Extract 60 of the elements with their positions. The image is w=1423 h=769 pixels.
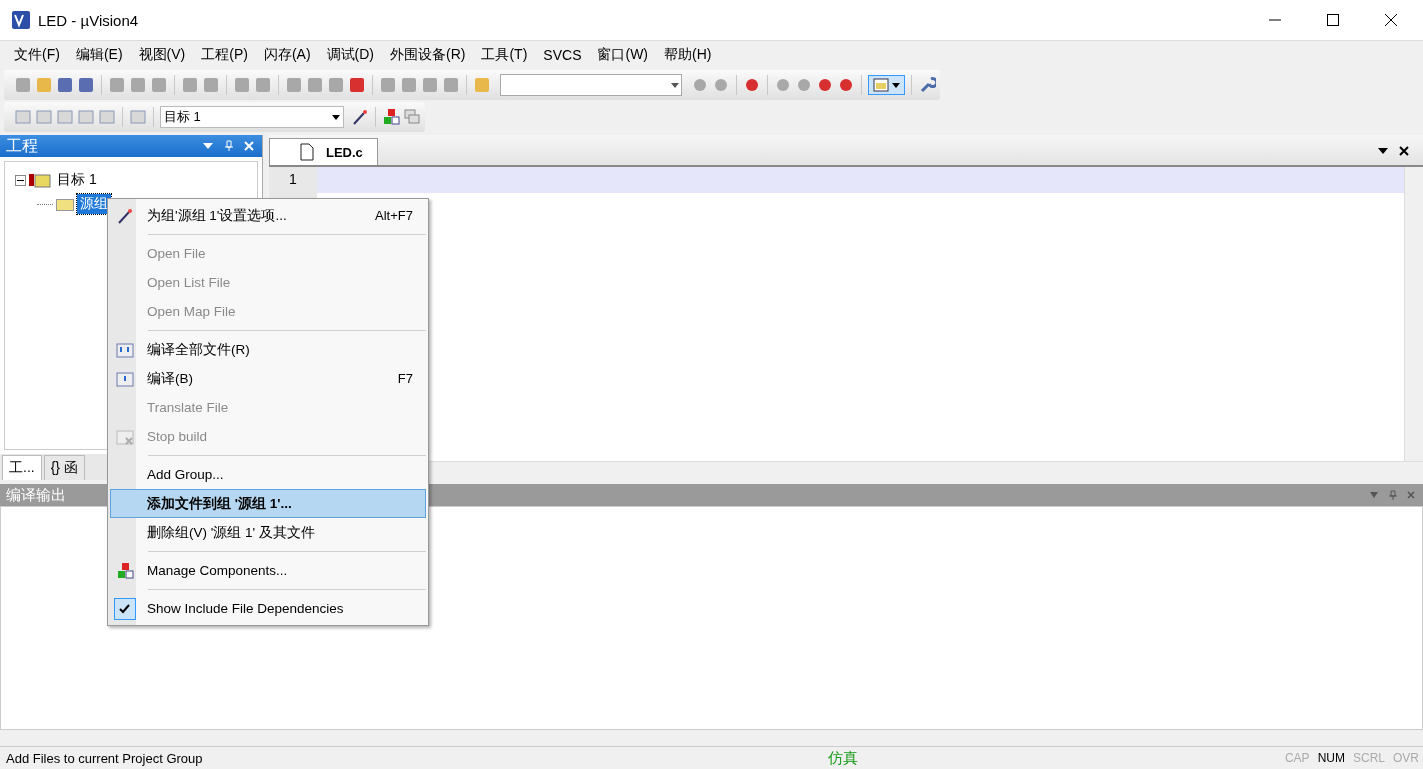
- menu-item[interactable]: 为组'源组 1'设置选项... Alt+F7: [110, 201, 426, 230]
- menu-item[interactable]: 工具(T): [473, 46, 536, 64]
- menu-item[interactable]: 工程(P): [193, 46, 256, 64]
- target-folder-icon: [29, 172, 51, 188]
- maximize-icon[interactable]: [1327, 14, 1339, 26]
- components-icon: [116, 561, 134, 580]
- key-indicator: OVR: [1392, 751, 1420, 765]
- menu-item[interactable]: 调试(D): [318, 46, 382, 64]
- menu-item[interactable]: 文件(F): [6, 46, 68, 64]
- target-select[interactable]: 目标 1: [160, 106, 344, 128]
- menu-item[interactable]: Add Group...: [110, 460, 426, 489]
- magic-wand-icon[interactable]: [351, 108, 369, 126]
- menu-item[interactable]: 添加文件到组 '源组 1'...: [110, 489, 426, 518]
- panel-title: 工程: [6, 135, 38, 156]
- menu-item[interactable]: 外围设备(R): [382, 46, 474, 64]
- pin-icon[interactable]: [1389, 490, 1397, 500]
- menu-item[interactable]: 编辑(E): [67, 46, 131, 64]
- menu-item[interactable]: 闪存(A): [255, 46, 319, 64]
- window-icon: [873, 78, 889, 92]
- menu-item[interactable]: Show Include File Dependencies: [110, 594, 426, 623]
- app-logo-icon: [12, 11, 30, 29]
- status-text: Add Files to current Project Group: [5, 750, 204, 766]
- caret-icon: [892, 82, 900, 88]
- magic-wand-icon: [116, 206, 134, 225]
- menu-item[interactable]: 视图(V): [130, 46, 194, 64]
- menu-item[interactable]: 删除组(V) '源组 1' 及其文件: [110, 518, 426, 547]
- file-icon: [300, 143, 314, 161]
- close-icon[interactable]: [1385, 14, 1397, 26]
- caret-icon: [332, 114, 340, 120]
- components-icon[interactable]: [382, 108, 400, 126]
- window-layout-button[interactable]: [868, 75, 905, 95]
- menu-item[interactable]: 编译全部文件(R): [110, 335, 426, 364]
- caret-icon[interactable]: [671, 82, 679, 88]
- status-mode: 仿真: [827, 748, 858, 768]
- tree-item[interactable]: 源组: [77, 194, 111, 214]
- file-tab[interactable]: LED.c: [269, 138, 378, 165]
- vertical-scrollbar[interactable]: [1404, 167, 1423, 461]
- circle-icon[interactable]: [795, 76, 813, 94]
- menu-item[interactable]: 编译(B) F7: [110, 364, 426, 393]
- menu-item[interactable]: SVCS: [535, 47, 590, 63]
- tree-item[interactable]: 目标 1: [54, 170, 100, 190]
- stacked-windows-icon[interactable]: [403, 108, 421, 126]
- window-title: LED - µVision4: [38, 11, 139, 29]
- close-icon[interactable]: [1399, 146, 1409, 156]
- menu-item[interactable]: Manage Components...: [110, 556, 426, 585]
- wrench-icon[interactable]: [918, 76, 936, 94]
- line-number: 1: [289, 171, 297, 189]
- folder-icon: [56, 197, 74, 211]
- dot-icon[interactable]: [774, 76, 792, 94]
- horizontal-scrollbar[interactable]: [0, 730, 1423, 746]
- menu-item[interactable]: 窗口(W): [589, 46, 656, 64]
- dropdown-icon[interactable]: [1377, 146, 1389, 156]
- panel-title: 编译输出: [6, 485, 66, 505]
- menu-item[interactable]: 帮助(H): [656, 46, 720, 64]
- panel-tab[interactable]: {} 函: [43, 455, 85, 480]
- tree-toggle-icon[interactable]: [15, 174, 26, 186]
- key-indicator: CAP: [1283, 751, 1311, 765]
- key-indicator: SCRL: [1351, 751, 1386, 765]
- panel-tab[interactable]: 工...: [2, 455, 42, 480]
- key-indicator: NUM: [1316, 751, 1346, 765]
